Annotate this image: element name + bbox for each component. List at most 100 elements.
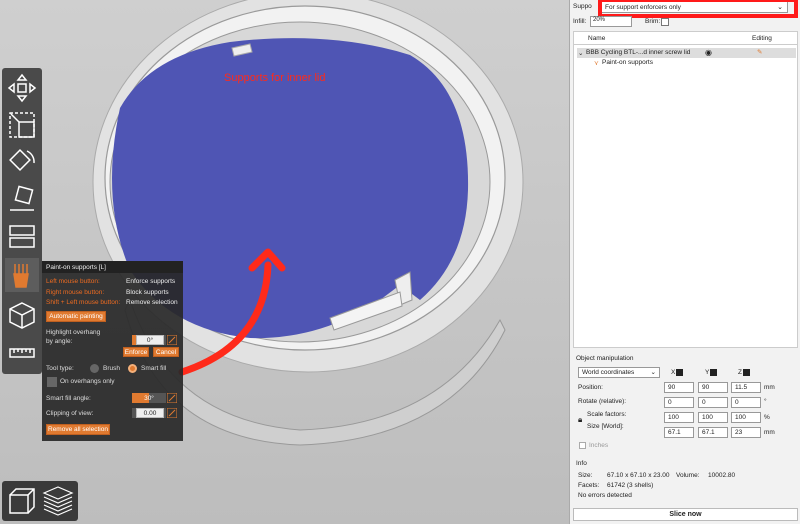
rotate-tool[interactable] — [5, 145, 39, 179]
position-y-input[interactable]: 90 — [698, 382, 728, 393]
list-item[interactable]: ⋎ Paint-on supports — [577, 58, 796, 68]
lock-icon[interactable]: 🔒︎ — [578, 415, 582, 425]
annotation-label: Supports for inner lid — [224, 72, 326, 84]
scale-z-input[interactable]: 100 — [731, 412, 761, 423]
move-icon — [7, 73, 37, 103]
gizmo-toolbar — [2, 68, 42, 374]
brim-label: Brim: — [645, 18, 661, 25]
rotate-z-input[interactable]: 0 — [731, 397, 761, 408]
scale-unit: % — [764, 414, 770, 421]
size-x-input[interactable]: 67.1 — [664, 427, 694, 438]
supports-label: Suppo — [573, 3, 592, 10]
rotate-y-input[interactable]: 0 — [698, 397, 728, 408]
size-unit: mm — [764, 429, 775, 436]
highlight-label: Highlight overhang — [46, 329, 101, 336]
list-item[interactable]: ⌄ BBB Cycling BTL-...d inner screw lid ◉… — [577, 48, 796, 58]
seam-tool[interactable] — [5, 298, 39, 332]
edit-icon[interactable] — [167, 408, 177, 418]
place-on-face-tool[interactable] — [5, 182, 39, 216]
view-toggle-bar — [2, 481, 78, 521]
tool-type-label: Tool type: — [46, 365, 74, 372]
scale-x-input[interactable]: 100 — [664, 412, 694, 423]
x-axis-icon — [676, 369, 684, 376]
infill-label: Infill: — [573, 18, 587, 25]
paint-supports-icon — [13, 264, 29, 288]
preview-layers-icon[interactable] — [40, 483, 76, 519]
smart-fill-radio[interactable] — [128, 364, 137, 373]
scale-label: Scale factors: — [587, 411, 627, 418]
automatic-painting-button[interactable]: Automatic painting — [46, 311, 106, 322]
coordinate-system-value: World coordinates — [582, 369, 635, 376]
rotate-label: Rotate (relative): — [578, 398, 627, 405]
cut-icon — [9, 225, 35, 248]
inches-label: Inches — [589, 442, 609, 449]
eye-icon[interactable]: ◉ — [705, 48, 712, 57]
z-axis-icon — [742, 369, 750, 376]
list-header: Name Editing — [574, 32, 797, 45]
y-axis-icon — [710, 369, 718, 376]
scale-icon — [9, 112, 35, 138]
info-volume-label: Volume: — [676, 472, 700, 479]
rotate-icon — [9, 149, 35, 171]
on-overhangs-only-label: On overhangs only — [60, 378, 115, 385]
rotate-x-input[interactable]: 0 — [664, 397, 694, 408]
object-name: Paint-on supports — [602, 59, 653, 66]
paint-supports-tool[interactable] — [5, 258, 39, 292]
on-overhangs-only-checkbox[interactable] — [47, 377, 57, 387]
measure-tool[interactable] — [5, 336, 39, 370]
hint-key: Shift + Left mouse button: — [46, 299, 121, 306]
3d-viewport[interactable]: Supports for inner lid Paint-on supports… — [0, 0, 569, 524]
object-manipulation-title: Object manipulation — [576, 355, 634, 362]
info-errors: No errors detected — [578, 492, 632, 499]
expand-icon[interactable]: ⌄ — [578, 49, 583, 57]
hint-row: Shift + Left mouse button: Remove select… — [46, 299, 179, 306]
hint-key: Right mouse button: — [46, 289, 105, 296]
position-label: Position: — [578, 384, 603, 391]
clipping-label: Clipping of view: — [46, 410, 94, 417]
info-facets-value: 61742 (3 shells) — [607, 482, 654, 489]
rotate-unit: ° — [764, 398, 767, 405]
enforce-button[interactable]: Enforce — [123, 347, 149, 357]
coordinate-system-select[interactable]: World coordinates ⌄ — [578, 367, 660, 378]
brim-checkbox[interactable] — [661, 18, 669, 26]
size-z-input[interactable]: 23 — [731, 427, 761, 438]
name-column-header: Name — [588, 35, 606, 42]
hint-row: Left mouse button: Enforce supports — [46, 278, 179, 285]
edit-icon[interactable] — [167, 393, 177, 403]
info-facets-label: Facets: — [578, 482, 600, 489]
position-x-input[interactable]: 90 — [664, 382, 694, 393]
brush-radio[interactable] — [90, 364, 99, 373]
right-sidebar: Suppo For support enforcers only ⌄ Infil… — [569, 0, 800, 524]
remove-all-selection-button[interactable]: Remove all selection — [46, 424, 110, 435]
clipping-field[interactable]: 0.00 — [136, 408, 164, 418]
editing-column-header: Editing — [752, 35, 772, 42]
slice-now-button[interactable]: Slice now — [573, 508, 798, 521]
scale-y-input[interactable]: 100 — [698, 412, 728, 423]
inches-checkbox[interactable] — [579, 442, 586, 449]
info-title: Info — [576, 460, 587, 467]
hint-value: Block supports — [126, 289, 169, 296]
position-z-input[interactable]: 11.5 — [731, 382, 761, 393]
infill-select[interactable]: 20% — [590, 16, 632, 27]
position-unit: mm — [764, 384, 775, 391]
smart-fill-label: Smart fill — [141, 365, 167, 372]
edit-icon[interactable] — [167, 335, 177, 345]
size-y-input[interactable]: 67.1 — [698, 427, 728, 438]
overhang-angle-field[interactable]: 0° — [136, 335, 164, 345]
object-list[interactable]: Name Editing ⌄ BBB Cycling BTL-...d inne… — [573, 31, 798, 348]
paint-on-supports-panel: Paint-on supports [L] Left mouse button:… — [42, 261, 183, 441]
move-tool[interactable] — [5, 71, 39, 105]
z-axis-label: Z — [738, 369, 750, 376]
cut-tool[interactable] — [5, 219, 39, 253]
object-name: BBB Cycling BTL-...d inner screw lid — [586, 49, 691, 56]
3d-view-icon[interactable] — [4, 483, 40, 519]
smart-fill-angle-value[interactable]: 30° — [138, 393, 160, 403]
edit-icon[interactable]: ✎ — [757, 48, 762, 56]
cube-icon — [9, 302, 35, 329]
place-on-face-icon — [10, 185, 34, 211]
size-label: Size [World]: — [587, 423, 624, 430]
ruler-icon — [9, 348, 35, 358]
info-size-value: 67.10 x 67.10 x 23.00 — [607, 472, 670, 479]
cancel-button[interactable]: Cancel — [153, 347, 179, 357]
scale-tool[interactable] — [5, 108, 39, 142]
